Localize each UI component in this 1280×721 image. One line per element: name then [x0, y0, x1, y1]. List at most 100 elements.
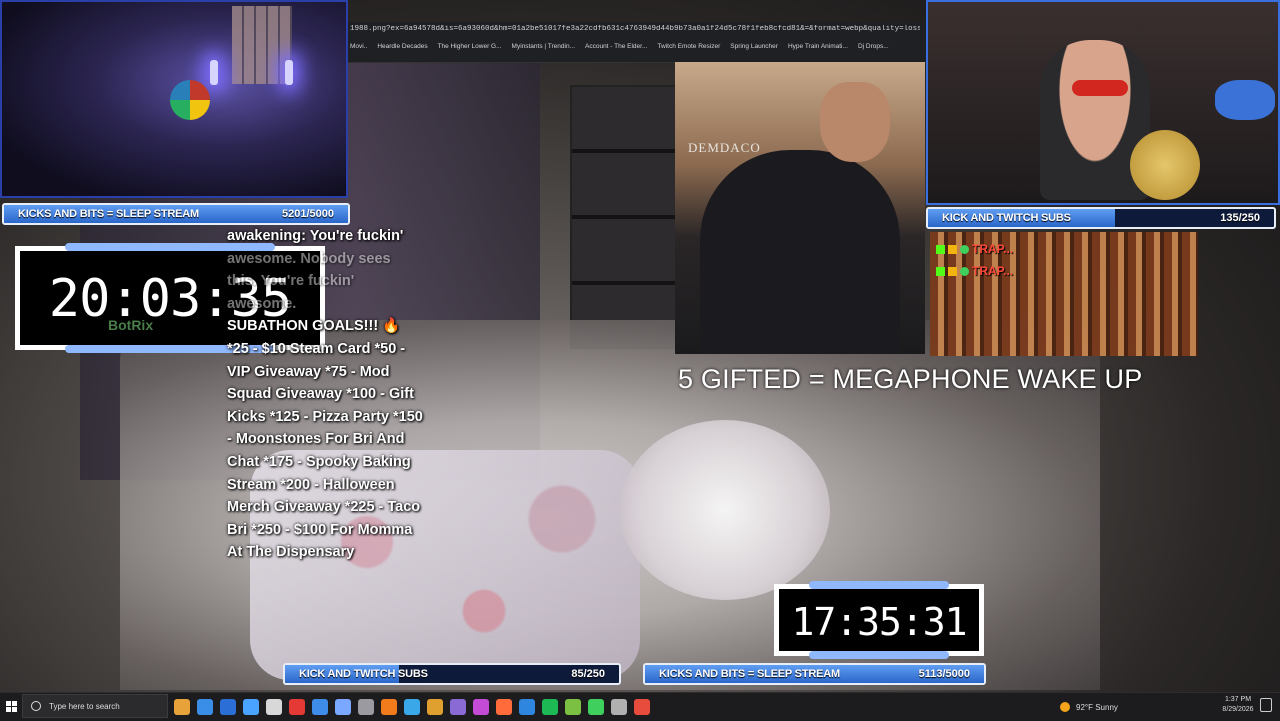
- start-button[interactable]: [0, 692, 22, 720]
- person-head: [820, 82, 890, 162]
- chat-line: - Moonstones For Bri And: [227, 431, 405, 448]
- bookmark-item[interactable]: Movi..: [350, 43, 367, 57]
- timer-tab: [809, 581, 949, 589]
- taskbar-app-icon[interactable]: [450, 699, 466, 715]
- taskbar-app-icon[interactable]: [197, 699, 213, 715]
- taskbar-app-icon[interactable]: [565, 699, 581, 715]
- light-bar: [285, 60, 293, 85]
- taskbar-app-icon[interactable]: [542, 699, 558, 715]
- light-bar: [210, 60, 218, 85]
- botrix-label: BotRix: [108, 317, 154, 333]
- taskbar-app-icon[interactable]: [220, 699, 236, 715]
- bookmark-item[interactable]: Twitch Emote Resizer: [657, 43, 720, 57]
- goal-bar-kicks-bits: KICKS AND BITS = SLEEP STREAM 5201/5000: [2, 203, 350, 225]
- address-bar-url[interactable]: 1988.png?ex=6a94578d&is=6a93060d&hm=01a2…: [350, 25, 920, 33]
- chat-line: Bri *250 - $100 For Momma: [227, 521, 413, 538]
- system-tray: 92°F Sunny: [1060, 696, 1118, 718]
- chat-line: *25 - $10 Steam Card *50 -: [227, 340, 406, 357]
- crown-badge-icon: [948, 244, 957, 254]
- chat-line: SUBATHON GOALS!!! 🔥: [227, 318, 401, 335]
- chat-overlay: awakening: You're fuckin' awesome. Nobod…: [227, 225, 457, 564]
- chat-line: awesome.: [227, 295, 297, 312]
- bookmark-item[interactable]: Account - The Elder...: [585, 43, 647, 57]
- chat-line: Chat *175 - Spooky Baking: [227, 453, 411, 470]
- goal-bar-label: KICK AND TWITCH SUBS: [299, 668, 428, 680]
- taskbar-app-icon[interactable]: [289, 699, 305, 715]
- chat-line: awesome. Nobody sees: [227, 250, 391, 267]
- chat-line: Stream *200 - Halloween: [227, 476, 395, 493]
- goal-bar-subs: KICK AND TWITCH SUBS 135/250: [926, 207, 1276, 229]
- clock-date: 8/29/2026: [1222, 706, 1254, 713]
- search-icon: [31, 701, 41, 711]
- taskbar-clock[interactable]: 1:37 PM 8/29/2026: [1218, 695, 1258, 715]
- wall-posters: [232, 6, 292, 84]
- taskbar-app-icon[interactable]: [335, 699, 351, 715]
- taskbar-app-icon[interactable]: [243, 699, 259, 715]
- display-shelf: [570, 85, 679, 349]
- side-chat-line: TRAP...: [936, 242, 1013, 256]
- taskbar-apps: [174, 696, 650, 718]
- goal-bar-subs: KICK AND TWITCH SUBS 85/250: [283, 663, 621, 685]
- side-chat-text: TRAP...: [972, 264, 1014, 278]
- taskbar-app-icon[interactable]: [634, 699, 650, 715]
- chat-line: Kicks *125 - Pizza Party *150: [227, 408, 423, 425]
- taskbar-app-icon[interactable]: [519, 699, 535, 715]
- goal-bar-label: KICKS AND BITS = SLEEP STREAM: [18, 208, 199, 220]
- bookmark-item[interactable]: Hype Train Animati...: [788, 43, 848, 57]
- red-glasses: [1072, 80, 1128, 96]
- chat-line: Squad Giveaway *100 - Gift: [227, 386, 414, 403]
- timer-value: 17:35:31: [791, 600, 967, 644]
- person-back: [700, 150, 900, 354]
- chat-line: VIP Giveaway *75 - Mod: [227, 363, 390, 380]
- taskbar-app-icon[interactable]: [381, 699, 397, 715]
- taskbar-app-icon[interactable]: [588, 699, 604, 715]
- goal-bar-label: KICKS AND BITS = SLEEP STREAM: [659, 668, 840, 680]
- taskbar-app-icon[interactable]: [266, 699, 282, 715]
- goal-bar-kicks-bits: KICKS AND BITS = SLEEP STREAM 5113/5000: [643, 663, 986, 685]
- taskbar-app-icon[interactable]: [473, 699, 489, 715]
- weather-text[interactable]: 92°F Sunny: [1076, 703, 1118, 712]
- goal-bar-count: 5113/5000: [918, 668, 970, 680]
- crown-badge-icon: [948, 266, 957, 276]
- taskbar-app-icon[interactable]: [358, 699, 374, 715]
- taskbar-app-icon[interactable]: [496, 699, 512, 715]
- chat-line: awakening: You're fuckin': [227, 228, 404, 244]
- megaphone-goal-text: 5 GIFTED = MEGAPHONE WAKE UP: [678, 364, 1143, 394]
- timer-tab: [809, 651, 949, 659]
- bookmark-item[interactable]: Heardle Decades: [377, 43, 427, 57]
- taskbar-app-icon[interactable]: [174, 699, 190, 715]
- search-input[interactable]: [47, 700, 151, 712]
- chat-line: Merch Giveaway *225 - Taco: [227, 499, 421, 516]
- plush-toy: [1130, 130, 1200, 200]
- taskbar-app-icon[interactable]: [611, 699, 627, 715]
- taskbar-app-icon[interactable]: [312, 699, 328, 715]
- flower-pillow: [620, 420, 830, 600]
- sleep-timer: 17:35:31: [774, 581, 984, 659]
- goal-bar-count: 135/250: [1220, 212, 1260, 224]
- taskbar-app-icon[interactable]: [427, 699, 443, 715]
- bookmark-item[interactable]: Myinstants | Trendin...: [512, 43, 575, 57]
- gem-badge-icon: [960, 266, 969, 276]
- chat-line: At The Dispensary: [227, 544, 355, 561]
- prize-wheel: [170, 80, 210, 120]
- chat-line: this. You're fuckin': [227, 273, 355, 290]
- bookmarks-bar: Movi.. Heardle Decades The Higher Lower …: [350, 43, 925, 57]
- plush-toy: [1215, 80, 1275, 120]
- taskbar-app-icon[interactable]: [404, 699, 420, 715]
- windows-icon: [5, 700, 17, 712]
- goal-bar-count: 5201/5000: [282, 208, 334, 220]
- store-sign: DEMDACO: [688, 140, 761, 155]
- kick-badge-icon: [936, 244, 945, 254]
- bookmark-item[interactable]: The Higher Lower G...: [438, 43, 502, 57]
- kick-badge-icon: [936, 266, 945, 276]
- bookmark-item[interactable]: Dj Drops...: [858, 43, 889, 57]
- clock-time: 1:37 PM: [1224, 696, 1252, 703]
- gem-badge-icon: [960, 244, 969, 254]
- bookmark-item[interactable]: Spring Launcher: [730, 43, 778, 57]
- goal-bar-label: KICK AND TWITCH SUBS: [942, 212, 1071, 224]
- side-chat-line: TRAP...: [936, 264, 1013, 278]
- side-chat-text: TRAP...: [972, 242, 1014, 256]
- taskbar-search[interactable]: [22, 694, 168, 718]
- weather-sun-icon[interactable]: [1060, 702, 1070, 712]
- notification-icon[interactable]: [1260, 698, 1272, 712]
